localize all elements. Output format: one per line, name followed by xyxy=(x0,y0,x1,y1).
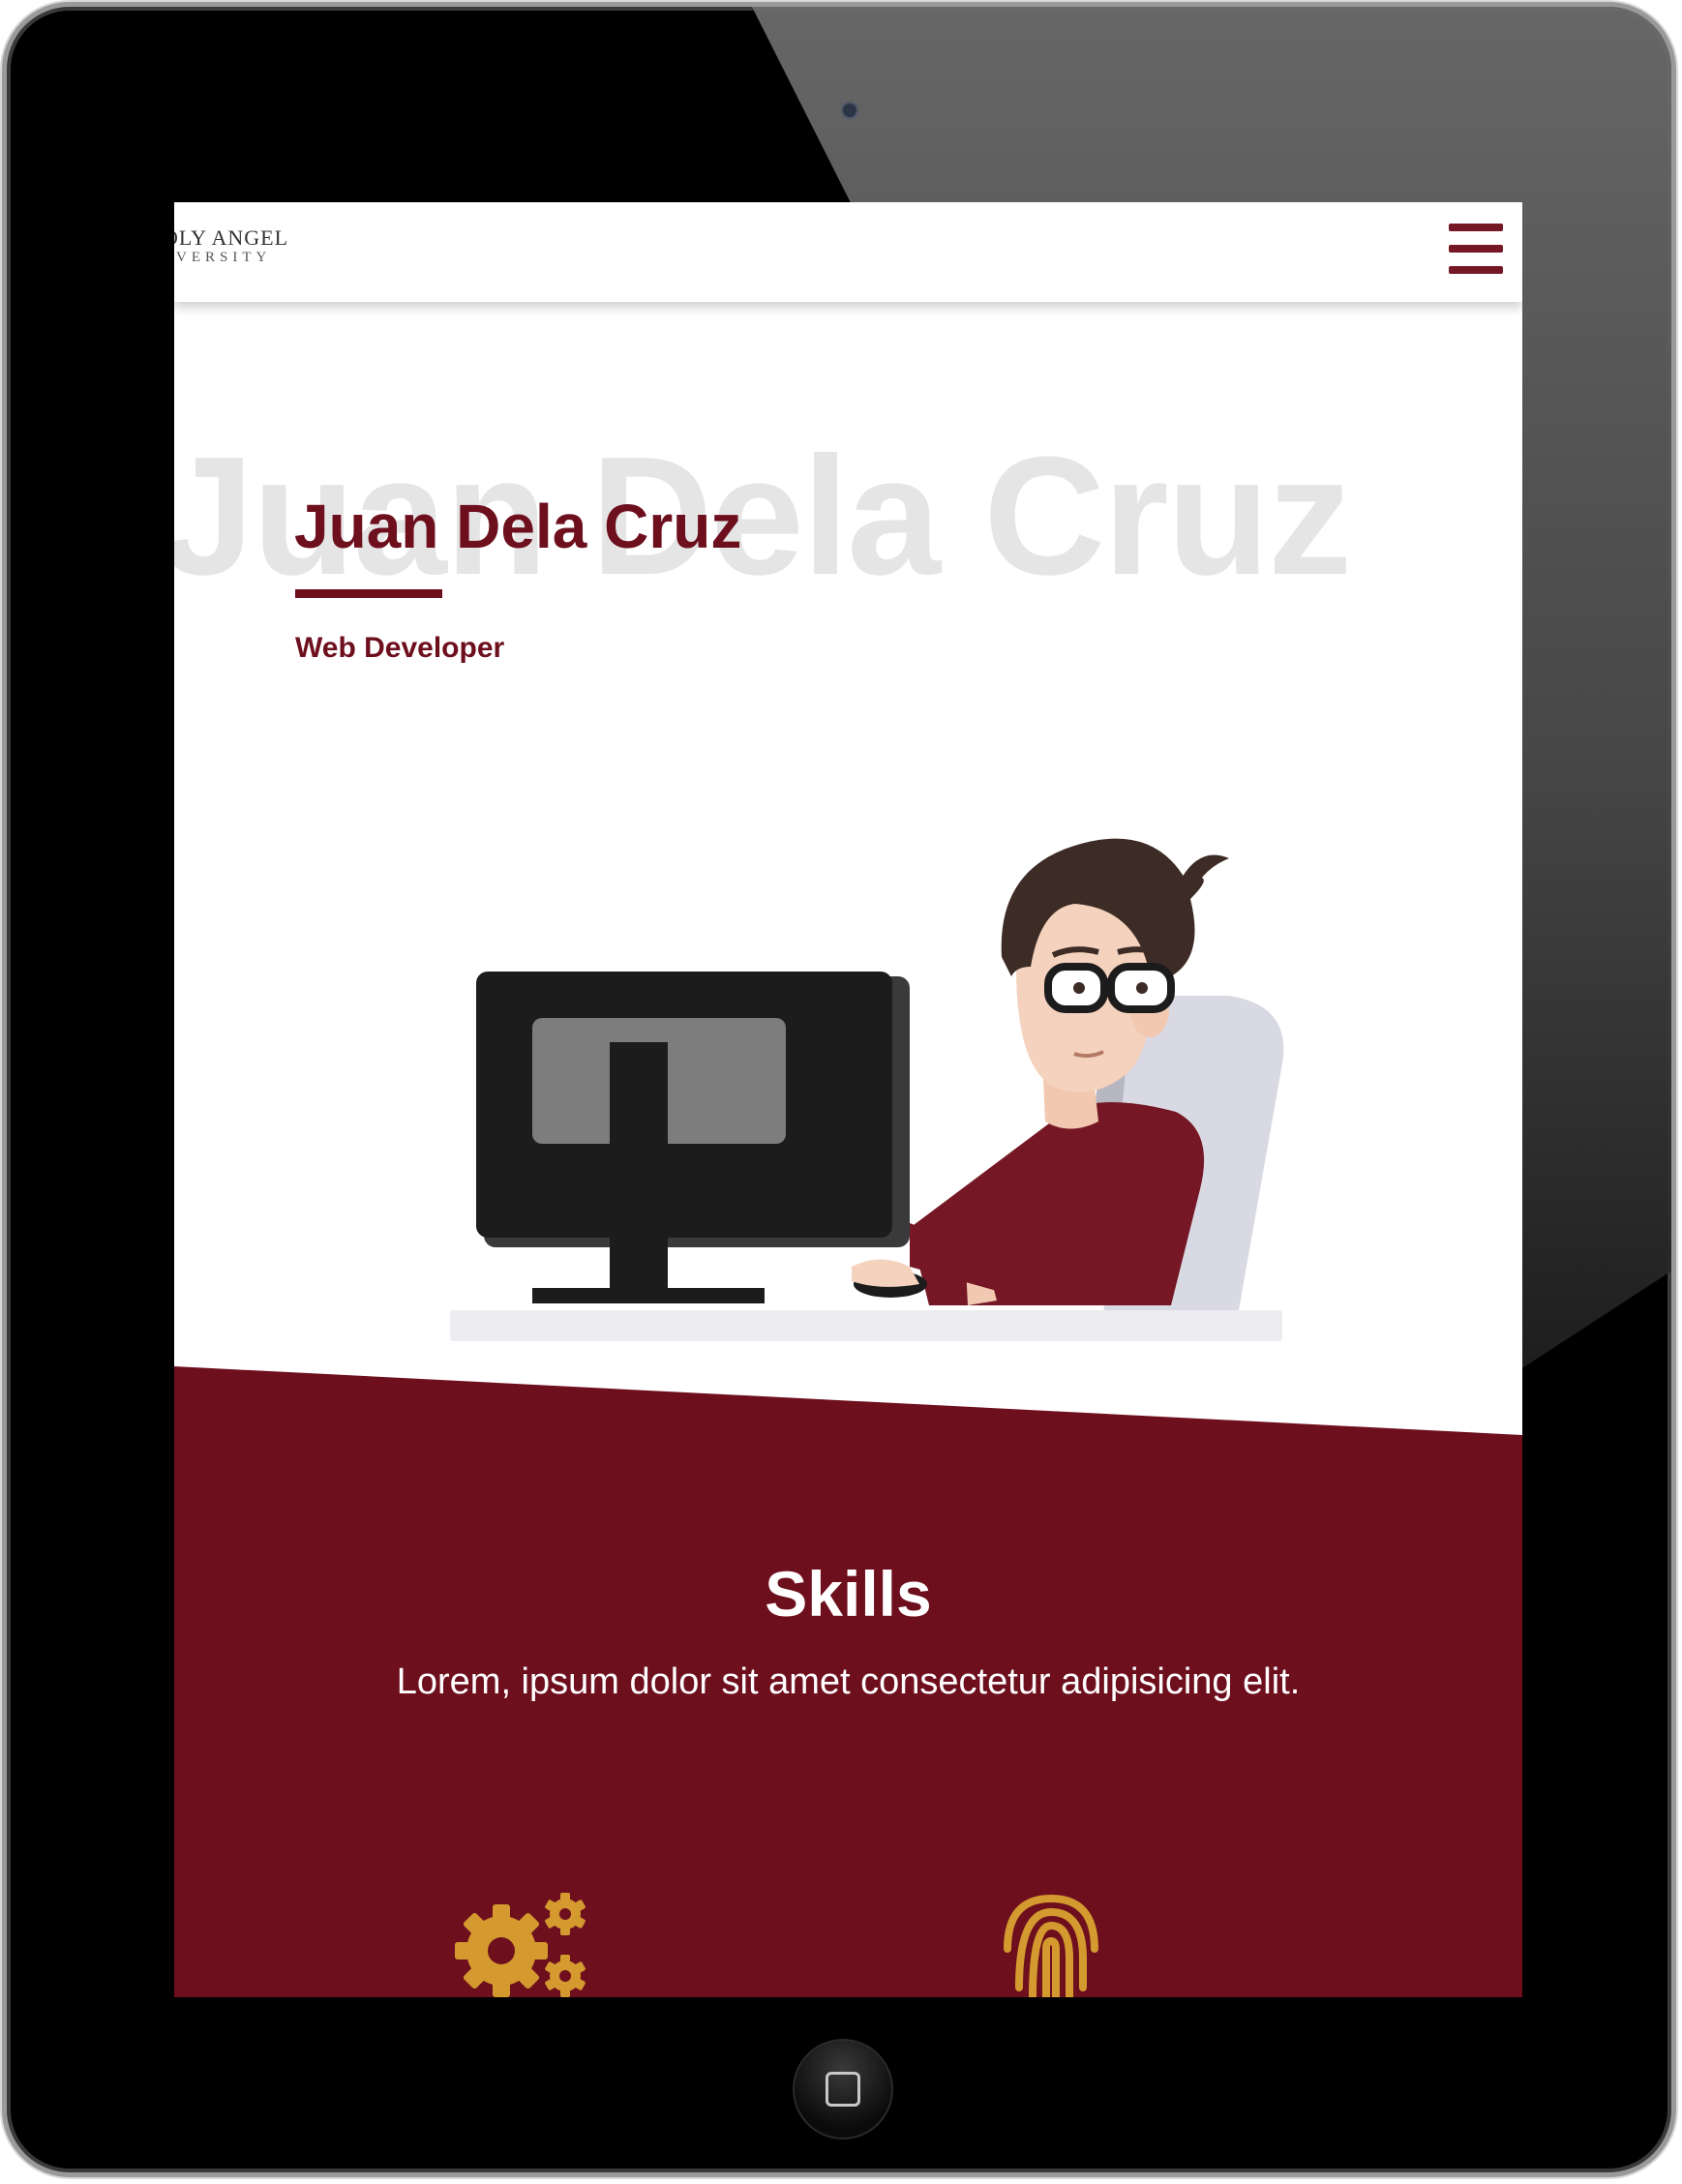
navbar: OLY ANGEL IVERSITY xyxy=(174,202,1522,302)
skill-icons-row xyxy=(174,1891,1522,1997)
computer-monitor xyxy=(476,972,910,1303)
device-screen: OLY ANGEL IVERSITY Juan Dela Cruz Juan D… xyxy=(174,202,1522,1997)
menu-bar xyxy=(1449,224,1503,231)
menu-bar xyxy=(1449,266,1503,274)
university-logo[interactable]: OLY ANGEL IVERSITY xyxy=(174,227,288,265)
tablet-frame: OLY ANGEL IVERSITY Juan Dela Cruz Juan D… xyxy=(2,2,1676,2177)
home-button[interactable] xyxy=(793,2039,893,2139)
menu-bar xyxy=(1449,245,1503,253)
fingerprint-icon xyxy=(1004,1894,1098,1997)
camera-icon xyxy=(841,102,858,119)
hamburger-menu-icon[interactable] xyxy=(1449,224,1503,274)
skills-description: Lorem, ipsum dolor sit amet consectetur … xyxy=(396,1661,1301,1702)
logo-line-2: IVERSITY xyxy=(174,250,272,265)
desk xyxy=(450,1310,1282,1341)
logo-line-1: OLY ANGEL xyxy=(174,225,289,250)
skills-section: Skills Lorem, ipsum dolor sit amet conse… xyxy=(174,1557,1522,1712)
developer-illustration xyxy=(450,838,1284,1341)
skills-title: Skills xyxy=(765,1558,932,1630)
gears-icon xyxy=(455,1893,586,1997)
home-square-icon xyxy=(826,2072,860,2107)
